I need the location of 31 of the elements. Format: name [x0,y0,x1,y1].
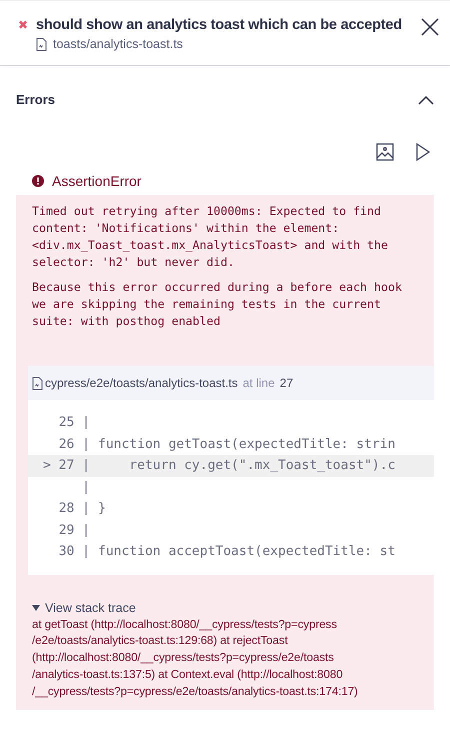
code-line: function getToast(expectedTitle: strin [97,436,396,454]
error-icon [32,175,44,187]
error-message: Timed out retrying after 10000ms: Expected to find content: 'Notifications' within the element: <div.mx_Toast_toast.mx_AnalyticsToast> and with the selector: 'h2' but never did. [32,203,389,271]
line-gutter: > 27 | [42,457,90,475]
code-line: } [97,500,106,518]
stack-trace: at getToast (http://localhost:8080/__cypress/tests?p=cypress /e2e/toasts/analytics-toast.ts:129:68) at rejectToast (http://localhost:8080/__cypress/tests?p=cypress/e2e/toasts /analytics-toast.ts:137:5) at Context.eval (http://localhost:8080 /__cypress/tests?p=cypress/e2e/toasts/analytics-toast.ts:174:17) [32,616,359,700]
test-title: should show an analytics toast which can be accepted [36,17,402,33]
file-icon [32,376,43,390]
errors-heading: Errors [16,92,56,107]
line-gutter: 29 | [58,522,90,540]
play-button[interactable] [416,143,430,161]
line-gutter: 28 | [58,500,90,518]
code-file-link[interactable]: cypress/e2e/toasts/analytics-toast.ts [45,376,238,390]
close-button[interactable] [420,17,440,37]
image-button[interactable] [376,143,394,161]
line-gutter: 30 | [58,543,90,561]
stack-trace-toggle[interactable]: View stack trace [32,600,422,614]
line-gutter: 25 | [58,414,90,432]
test-file-name: toasts/analytics-toast.ts [53,37,183,51]
caret-icon [32,604,40,610]
code-line: return cy.get(".mx_Toast_toast").c [128,457,396,475]
line-number: 27 [280,376,294,390]
line-gutter: 26 | [58,436,90,454]
failed-status-icon: ✖ [18,18,28,32]
file-icon [36,38,47,50]
error-message: Because this error occurred during a before each hook we are skipping the remaining tests in the current suite: with posthog enabled [32,279,403,330]
code-line: function acceptToast(expectedTitle: st [97,543,396,561]
error-name: AssertionError [52,173,142,189]
collapse-button[interactable] [418,94,434,104]
at-line-label: at line [242,376,275,390]
line-gutter: | [81,478,90,496]
